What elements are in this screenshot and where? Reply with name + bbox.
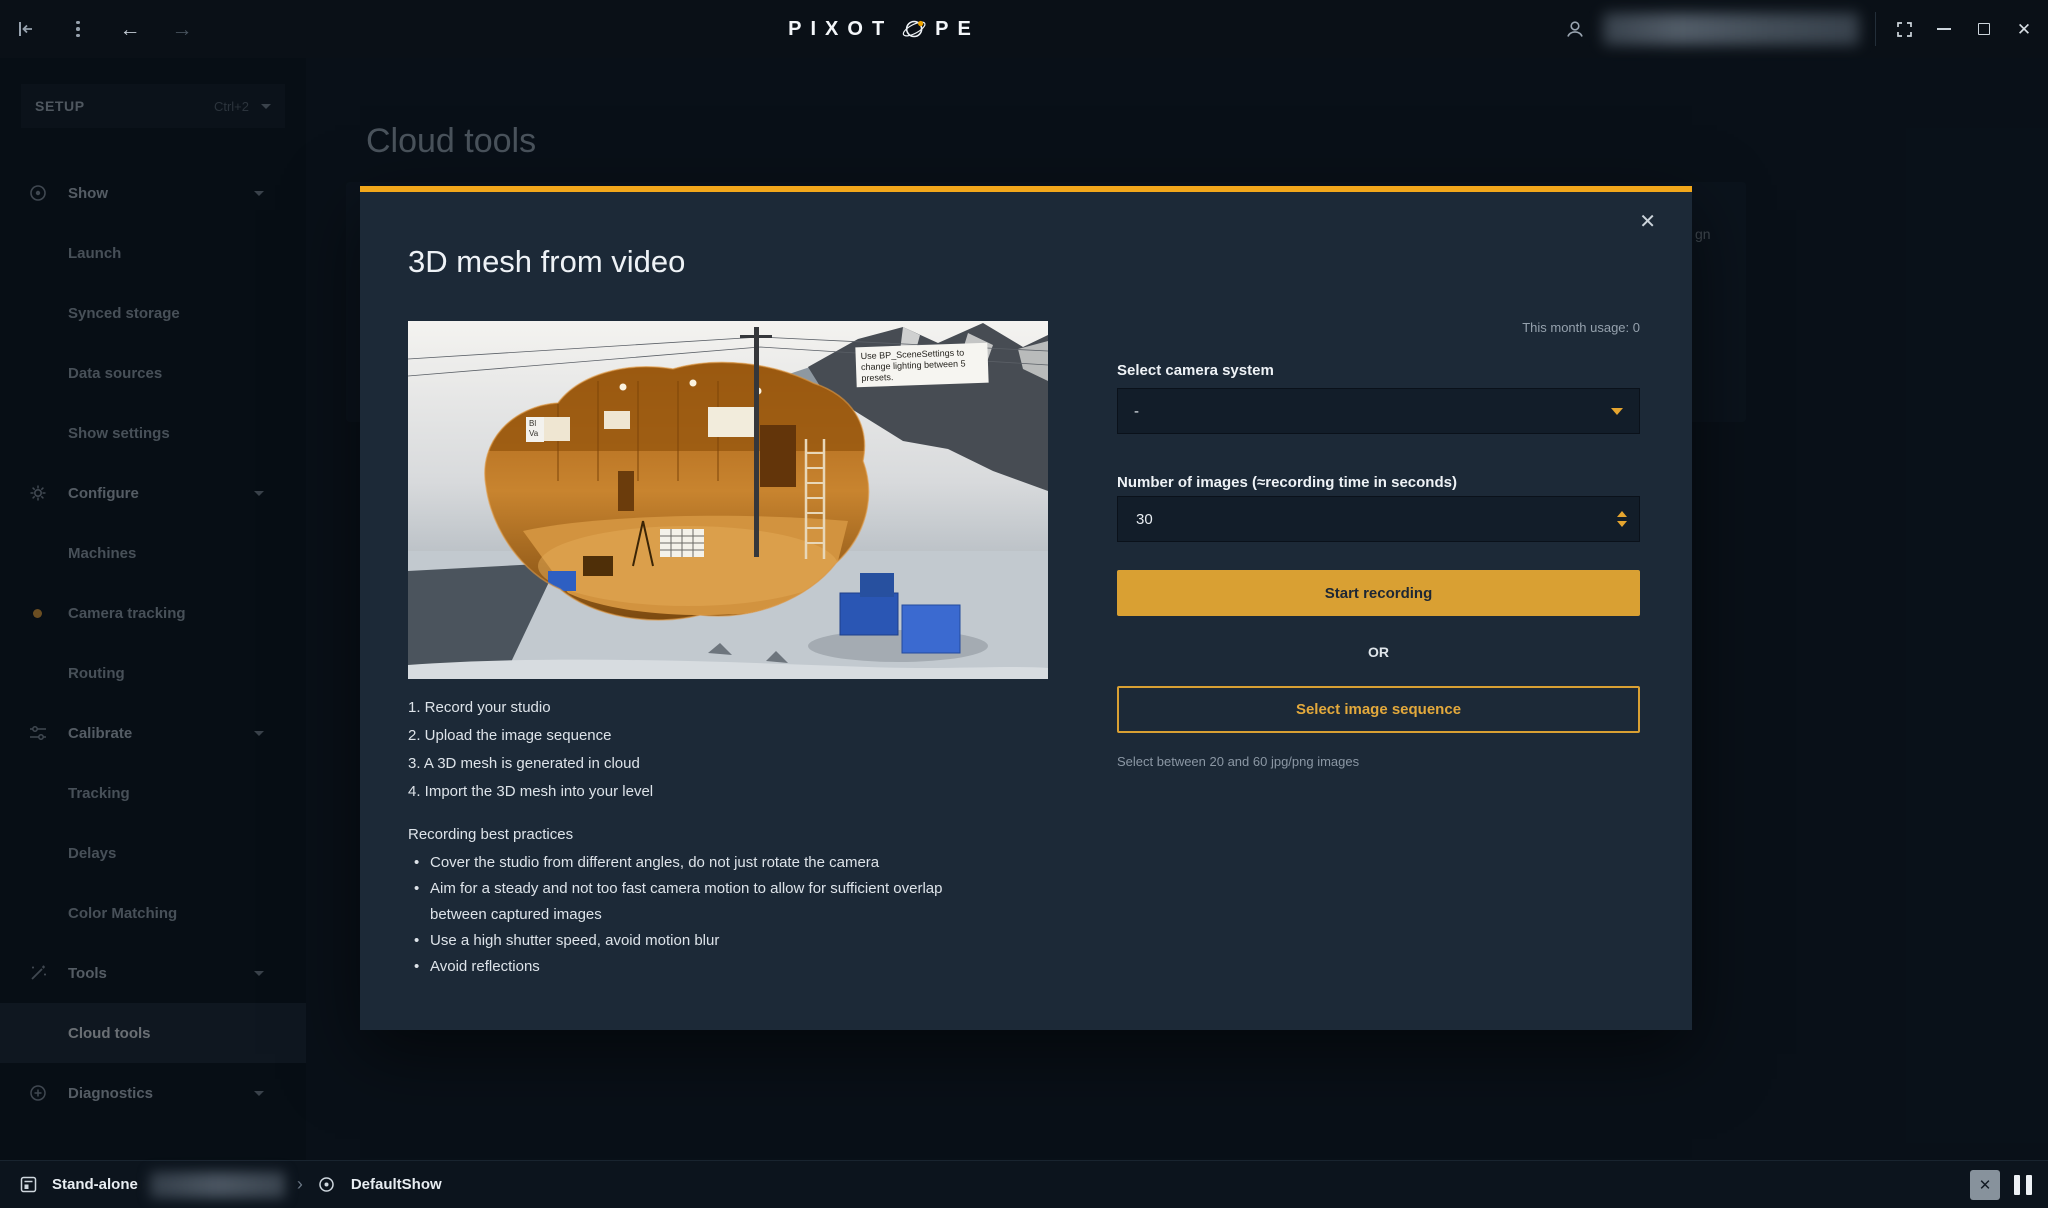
select-image-sequence-button[interactable]: Select image sequence <box>1117 686 1640 733</box>
modal-title: 3D mesh from video <box>408 244 685 280</box>
topbar-divider <box>1875 12 1876 46</box>
fullscreen-icon[interactable] <box>1892 17 1916 41</box>
workflow-steps: 1. Record your studio 2. Upload the imag… <box>408 694 1048 806</box>
maximize-button[interactable] <box>1972 17 1996 41</box>
kebab-menu-icon[interactable] <box>66 17 90 41</box>
mesh-from-video-modal: ✕ 3D mesh from video <box>360 186 1692 1030</box>
or-separator: OR <box>1117 644 1640 660</box>
scene-sign-small: Bl Va <box>526 417 544 442</box>
statusbar-right: ✕ <box>1970 1170 2032 1200</box>
mode-label[interactable]: Stand-alone <box>52 1176 138 1193</box>
stepper-up-icon[interactable] <box>1617 511 1627 517</box>
camera-system-value: - <box>1134 403 1139 420</box>
practice-item: Avoid reflections <box>408 954 953 980</box>
show-icon <box>315 1173 339 1197</box>
best-practices-title: Recording best practices <box>408 826 573 843</box>
account-icon[interactable] <box>1563 17 1587 41</box>
atom-icon <box>901 16 927 42</box>
close-window-button[interactable]: ✕ <box>2012 17 2036 41</box>
step-1: 1. Record your studio <box>408 694 1048 722</box>
best-practices-list: Cover the studio from different angles, … <box>408 850 953 980</box>
modal-controls: This month usage: 0 Select camera system… <box>1117 192 1640 1030</box>
start-recording-button[interactable]: Start recording <box>1117 570 1640 616</box>
stop-output-button[interactable]: ✕ <box>1970 1170 2000 1200</box>
month-usage-text: This month usage: 0 <box>1522 320 1640 335</box>
number-of-images-input[interactable] <box>1134 510 1525 529</box>
chevron-down-icon <box>1611 408 1623 415</box>
pixotope-app: ← → PIXOT PE ✕ <box>0 0 2048 1208</box>
forward-arrow-icon[interactable]: → <box>170 17 194 41</box>
topbar: ← → PIXOT PE ✕ <box>0 0 2048 58</box>
topbar-left: ← → <box>14 17 194 41</box>
breadcrumb-separator: › <box>297 1174 303 1195</box>
practice-item: Use a high shutter speed, avoid motion b… <box>408 928 953 954</box>
mesh-preview-image: Use BP_SceneSettings to change lighting … <box>408 321 1048 679</box>
camera-system-label: Select camera system <box>1117 362 1274 379</box>
pause-button[interactable] <box>2014 1175 2032 1195</box>
number-of-images-label: Number of images (≈recording time in sec… <box>1117 474 1457 491</box>
logo-text-right: PE <box>935 18 980 41</box>
statusbar: Stand-alone › DefaultShow ✕ <box>0 1160 2048 1208</box>
sequence-hint-text: Select between 20 and 60 jpg/png images <box>1117 754 1359 769</box>
step-3: 3. A 3D mesh is generated in cloud <box>408 750 1048 778</box>
back-arrow-icon[interactable]: ← <box>118 17 142 41</box>
minimize-button[interactable] <box>1932 17 1956 41</box>
topbar-right: ✕ <box>1563 0 2036 58</box>
logo-text-left: PIXOT <box>788 18 893 41</box>
stepper-down-icon[interactable] <box>1617 521 1627 527</box>
current-show-label[interactable]: DefaultShow <box>351 1176 442 1193</box>
practice-item: Aim for a steady and not too fast camera… <box>408 876 953 928</box>
number-stepper <box>1617 511 1627 527</box>
practice-item: Cover the studio from different angles, … <box>408 850 953 876</box>
collapse-sidebar-icon[interactable] <box>14 17 38 41</box>
scene-sign-text: Use BP_SceneSettings to change lighting … <box>855 343 988 388</box>
camera-system-select[interactable]: - <box>1117 388 1640 434</box>
step-2: 2. Upload the image sequence <box>408 722 1048 750</box>
account-name-blurred <box>1603 13 1859 45</box>
standalone-icon <box>16 1173 40 1197</box>
step-4: 4. Import the 3D mesh into your level <box>408 778 1048 806</box>
number-of-images-field <box>1117 496 1640 542</box>
machine-name-blurred <box>150 1172 285 1198</box>
pixotope-logo: PIXOT PE <box>788 16 980 42</box>
